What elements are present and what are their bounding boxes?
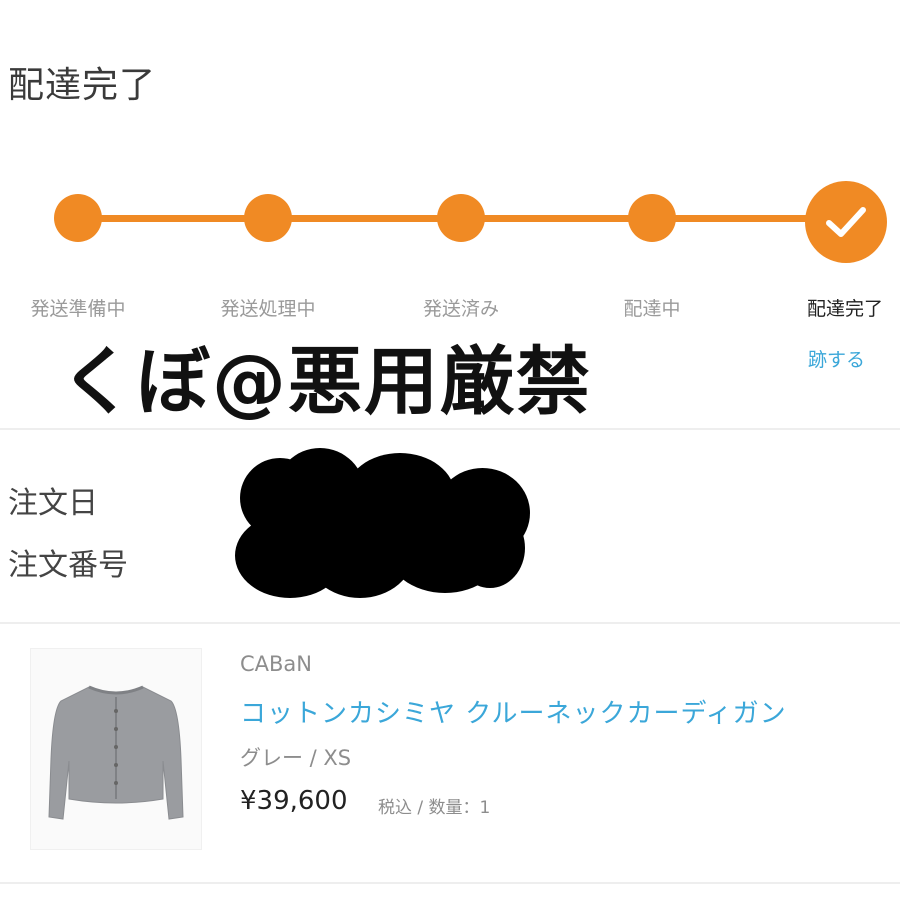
- checkmark-icon: [826, 207, 866, 237]
- watermark-overlay: くぼ@悪用厳禁: [60, 339, 592, 425]
- step-dot-4: [628, 194, 676, 242]
- product-price: ¥39,600: [240, 786, 348, 816]
- step-label-3: 発送済み: [422, 298, 500, 320]
- product-brand: CABaN: [240, 652, 313, 676]
- step-dot-5-completed: [805, 181, 887, 263]
- step-label-2: 発送処理中: [220, 298, 316, 320]
- section-divider-top: [0, 428, 900, 430]
- step-dot-2: [244, 194, 292, 242]
- product-image[interactable]: [30, 648, 202, 850]
- section-divider-middle: [0, 622, 900, 624]
- product-variant: グレー / XS: [240, 746, 352, 770]
- page-title: 配達完了: [8, 65, 157, 106]
- order-date-label: 注文日: [8, 486, 98, 521]
- step-dot-1: [54, 194, 102, 242]
- step-dot-3: [437, 194, 485, 242]
- product-price-note: 税込 / 数量：1: [378, 798, 491, 818]
- step-label-1: 発送準備中: [30, 298, 126, 320]
- tracking-link[interactable]: 跡する: [808, 345, 865, 372]
- cardigan-illustration: [48, 685, 184, 820]
- order-number-label: 注文番号: [8, 548, 128, 583]
- product-name-link[interactable]: コットンカシミヤ クルーネックカーディガン: [240, 693, 787, 730]
- redaction-blot: [235, 448, 535, 598]
- section-divider-bottom: [0, 882, 900, 884]
- step-label-5: 配達完了: [806, 298, 884, 320]
- step-label-4: 配達中: [623, 298, 681, 320]
